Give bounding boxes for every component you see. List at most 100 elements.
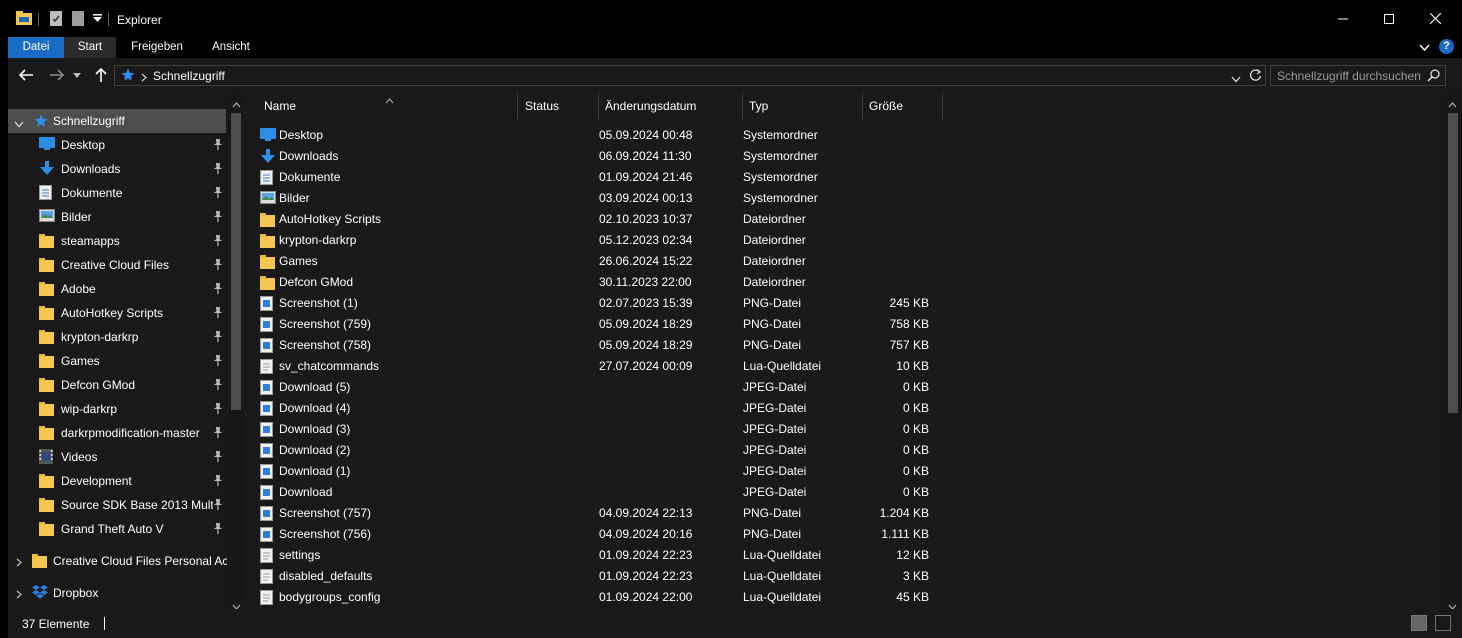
collapse-chevron-icon[interactable] (14, 117, 24, 131)
nav-scroll-thumb[interactable] (231, 113, 241, 410)
pin-icon[interactable] (213, 403, 225, 415)
refresh-icon[interactable] (1249, 69, 1262, 85)
pin-icon[interactable] (213, 427, 225, 439)
nav-quick-access[interactable]: Schnellzugriff (8, 109, 226, 133)
table-row[interactable]: Download (3) JPEG-Datei 0 KB (258, 419, 938, 440)
nav-item[interactable]: Development (8, 469, 230, 493)
recent-locations-button[interactable] (72, 66, 82, 84)
customize-toolbar-icon[interactable] (93, 14, 102, 23)
table-row[interactable]: Download (1) JPEG-Datei 0 KB (258, 461, 938, 482)
up-button[interactable] (92, 66, 110, 84)
pin-icon[interactable] (213, 379, 225, 391)
properties-icon[interactable] (50, 11, 62, 26)
address-history-dropdown-icon[interactable] (1231, 72, 1241, 86)
table-row[interactable]: settings 01.09.2024 22:23 Lua-Quelldatei 12… (258, 545, 938, 566)
nav-item[interactable]: AutoHotkey Scripts (8, 301, 230, 325)
tab-start[interactable]: Start (64, 37, 116, 58)
table-row[interactable]: Screenshot (1) 02.07.2023 15:39 PNG-Datei 2… (258, 293, 938, 314)
nav-item[interactable]: steamapps (8, 229, 230, 253)
table-row[interactable]: sv_chatcommands 27.07.2024 00:09 Lua-Quell… (258, 356, 938, 377)
nav-item[interactable]: darkrpmodification-master (8, 421, 230, 445)
file-list-scroll-thumb[interactable] (1448, 113, 1458, 413)
pin-icon[interactable] (213, 475, 225, 487)
pin-icon[interactable] (213, 187, 225, 199)
nav-item[interactable]: Downloads (8, 157, 230, 181)
nav-item[interactable]: Creative Cloud Files (8, 253, 230, 277)
nav-item[interactable]: Games (8, 349, 230, 373)
table-row[interactable]: Screenshot (759) 05.09.2024 18:29 PNG-Date… (258, 314, 938, 335)
dropbox-icon (32, 585, 48, 602)
close-button[interactable] (1412, 0, 1458, 37)
table-row[interactable]: disabled_defaults 01.09.2024 22:23 Lua-Que… (258, 566, 938, 587)
column-header-status[interactable]: Status (519, 93, 599, 119)
scroll-up-icon[interactable] (1448, 97, 1457, 111)
pin-icon[interactable] (213, 235, 225, 247)
table-row[interactable]: bodygroups_config 01.09.2024 22:00 Lua-Que… (258, 587, 938, 608)
pin-icon[interactable] (213, 307, 225, 319)
scroll-up-icon[interactable] (232, 97, 241, 111)
table-row[interactable]: Defcon GMod 30.11.2023 22:00 Dateiordner (258, 272, 938, 293)
new-folder-icon[interactable] (72, 11, 84, 26)
tab-ansicht[interactable]: Ansicht (202, 37, 260, 58)
table-row[interactable]: Dokumente 01.09.2024 21:46 Systemordner (258, 167, 938, 188)
table-row[interactable]: Games 26.06.2024 15:22 Dateiordner (258, 251, 938, 272)
table-row[interactable]: Downloads 06.09.2024 11:30 Systemordner (258, 146, 938, 167)
pin-icon[interactable] (213, 499, 225, 511)
scroll-down-icon[interactable] (232, 599, 241, 609)
nav-item[interactable]: krypton-darkrp (8, 325, 230, 349)
nav-item[interactable]: wip-darkrp (8, 397, 230, 421)
address-input[interactable]: Schnellzugriff (114, 65, 1266, 86)
expand-ribbon-icon[interactable] (1419, 41, 1430, 55)
table-row[interactable]: Screenshot (757) 04.09.2024 22:13 PNG-Date… (258, 503, 938, 524)
table-row[interactable]: Download (4) JPEG-Datei 0 KB (258, 398, 938, 419)
search-input[interactable]: Schnellzugriff durchsuchen (1270, 65, 1446, 86)
pin-icon[interactable] (213, 259, 225, 271)
details-view-icon[interactable] (1411, 615, 1427, 631)
nav-item[interactable]: Videos (8, 445, 230, 469)
minimize-button[interactable] (1320, 0, 1366, 37)
table-row[interactable]: Download (2) JPEG-Datei 0 KB (258, 440, 938, 461)
column-header-size[interactable]: Größe (863, 93, 943, 119)
column-header-date[interactable]: Änderungsdatum (599, 93, 743, 119)
nav-item[interactable]: Desktop (8, 133, 230, 157)
nav-item[interactable]: Grand Theft Auto V (8, 517, 230, 541)
breadcrumb-schnellzugriff[interactable]: Schnellzugriff (153, 69, 225, 83)
column-header-type[interactable]: Typ (743, 93, 863, 119)
table-row[interactable]: AutoHotkey Scripts 02.10.2023 10:37 Dateio… (258, 209, 938, 230)
column-header-name[interactable]: Name (258, 93, 518, 119)
pin-icon[interactable] (213, 283, 225, 295)
pin-icon[interactable] (213, 139, 225, 151)
tab-datei[interactable]: Datei (8, 37, 64, 58)
file-list-scrollbar[interactable] (1442, 93, 1462, 610)
nav-root-item[interactable]: Creative Cloud Files Personal Acc (8, 549, 230, 573)
tab-freigeben[interactable]: Freigeben (121, 37, 193, 58)
help-icon[interactable]: ? (1439, 39, 1454, 54)
nav-item[interactable]: Source SDK Base 2013 Multip (8, 493, 230, 517)
large-icons-view-icon[interactable] (1435, 615, 1451, 631)
expand-chevron-icon[interactable] (16, 588, 22, 602)
expand-chevron-icon[interactable] (16, 556, 22, 570)
pin-icon[interactable] (213, 331, 225, 343)
back-button[interactable] (17, 66, 35, 84)
table-row[interactable]: Download JPEG-Datei 0 KB (258, 482, 938, 503)
nav-item[interactable]: Bilder (8, 205, 230, 229)
pin-icon[interactable] (213, 163, 225, 175)
nav-scrollbar[interactable] (229, 93, 244, 609)
table-row[interactable]: Desktop 05.09.2024 00:48 Systemordner (258, 125, 938, 146)
table-row[interactable]: Bilder 03.09.2024 00:13 Systemordner (258, 188, 938, 209)
table-row[interactable]: Screenshot (756) 04.09.2024 20:16 PNG-Date… (258, 524, 938, 545)
nav-item[interactable]: Dokumente (8, 181, 230, 205)
pin-icon[interactable] (213, 523, 225, 535)
pin-icon[interactable] (213, 451, 225, 463)
table-row[interactable]: Download (5) JPEG-Datei 0 KB (258, 377, 938, 398)
pin-icon[interactable] (213, 355, 225, 367)
table-row[interactable]: krypton-darkrp 05.12.2023 02:34 Dateiordne… (258, 230, 938, 251)
forward-button[interactable] (48, 66, 66, 84)
nav-item[interactable]: Defcon GMod (8, 373, 230, 397)
table-row[interactable]: Screenshot (758) 05.09.2024 18:29 PNG-Date… (258, 335, 938, 356)
nav-root-item[interactable]: Dropbox (8, 581, 230, 605)
pin-icon[interactable] (213, 211, 225, 223)
nav-item[interactable]: Adobe (8, 277, 230, 301)
breadcrumb-chevron-icon[interactable] (141, 71, 147, 85)
maximize-button[interactable] (1366, 0, 1412, 37)
